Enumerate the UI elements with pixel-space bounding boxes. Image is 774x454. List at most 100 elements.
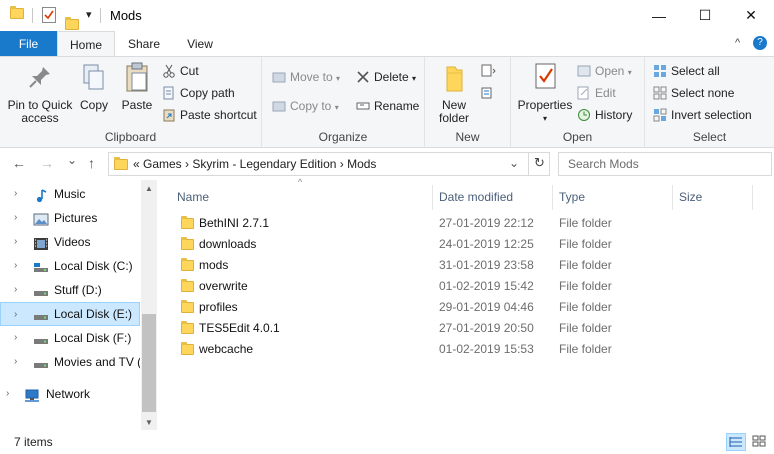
scroll-thumb[interactable] xyxy=(142,314,156,412)
select-none-button[interactable]: Select none xyxy=(653,83,734,103)
nav-item-local-disk-e[interactable]: › Local Disk (E:) xyxy=(0,302,140,326)
table-row[interactable]: profiles 29-01-2019 04:46 File folder xyxy=(175,297,755,318)
move-to-button[interactable]: Move to ▾ xyxy=(272,67,340,87)
paste-shortcut-button[interactable]: Paste shortcut xyxy=(162,105,257,125)
search-input[interactable] xyxy=(558,152,772,176)
select-none-icon xyxy=(653,86,667,100)
table-row[interactable]: mods 31-01-2019 23:58 File folder xyxy=(175,255,755,276)
file-type: File folder xyxy=(559,342,612,356)
table-row[interactable]: downloads 24-01-2019 12:25 File folder xyxy=(175,234,755,255)
scroll-up-icon[interactable]: ▲ xyxy=(145,184,153,193)
drive-icon xyxy=(33,307,49,321)
column-header-name[interactable]: Name xyxy=(171,185,433,210)
minimize-icon: — xyxy=(652,7,666,24)
copy-icon xyxy=(78,61,110,95)
forward-arrow-icon[interactable]: → xyxy=(40,155,54,171)
close-button[interactable]: ✕ xyxy=(728,0,774,31)
tab-home[interactable]: Home xyxy=(57,31,115,58)
properties-icon xyxy=(529,61,561,95)
large-icons-view-button[interactable] xyxy=(750,433,770,451)
nav-scrollbar[interactable]: ▲ ▼ xyxy=(141,180,157,430)
file-date: 27-01-2019 22:12 xyxy=(439,216,534,230)
address-bar[interactable]: « Games › Skyrim - Legendary Edition › M… xyxy=(108,152,550,176)
folder-icon xyxy=(114,157,128,170)
new-folder-button[interactable]: New folder xyxy=(435,61,473,125)
help-icon[interactable]: ? xyxy=(753,36,767,50)
paste-button[interactable]: Paste xyxy=(118,61,156,112)
tab-file[interactable]: File xyxy=(0,31,57,57)
column-header-size[interactable]: Size xyxy=(673,185,753,210)
maximize-button[interactable]: ☐ xyxy=(682,0,728,31)
expand-chevron-icon[interactable]: › xyxy=(14,206,17,230)
select-all-button[interactable]: Select all xyxy=(653,61,720,81)
tab-view[interactable]: View xyxy=(172,31,228,57)
open-icon xyxy=(577,64,591,78)
nav-item-videos[interactable]: › Videos xyxy=(0,230,140,254)
nav-item-stuff-d[interactable]: › Stuff (D:) xyxy=(0,278,140,302)
nav-label: Local Disk (E:) xyxy=(54,307,133,321)
pin-to-quick-access-button[interactable]: Pin to Quick access xyxy=(4,61,76,125)
invert-selection-button[interactable]: Invert selection xyxy=(653,105,752,125)
table-row[interactable]: BethINI 2.7.1 27-01-2019 22:12 File fold… xyxy=(175,213,755,234)
recent-locations-icon[interactable]: ⌄ xyxy=(67,153,77,167)
invert-selection-icon xyxy=(653,108,667,122)
nav-item-pictures[interactable]: › Pictures xyxy=(0,206,140,230)
refresh-button[interactable]: ↻ xyxy=(528,152,550,176)
table-row[interactable]: webcache 01-02-2019 15:53 File folder xyxy=(175,339,755,360)
rename-icon xyxy=(356,99,370,113)
properties-quick-icon[interactable] xyxy=(42,7,56,23)
minimize-button[interactable]: — xyxy=(636,0,682,31)
copy-button[interactable]: Copy xyxy=(78,61,110,112)
expand-chevron-icon[interactable]: › xyxy=(14,230,17,254)
nav-item-network[interactable]: › Network xyxy=(0,382,140,406)
copy-to-button[interactable]: Copy to ▾ xyxy=(272,96,339,116)
tab-share[interactable]: Share xyxy=(118,31,170,57)
expand-chevron-icon[interactable]: › xyxy=(14,254,17,278)
folder-icon xyxy=(181,321,194,334)
expand-chevron-icon[interactable]: › xyxy=(14,326,17,350)
new-folder-quick-icon[interactable] xyxy=(65,17,79,30)
file-name: TES5Edit 4.0.1 xyxy=(199,321,280,335)
expand-chevron-icon[interactable]: › xyxy=(14,182,17,206)
easy-access-button[interactable] xyxy=(477,83,503,103)
delete-button[interactable]: Delete ▾ xyxy=(356,67,416,87)
new-item-button[interactable] xyxy=(477,61,503,81)
table-row[interactable]: TES5Edit 4.0.1 27-01-2019 20:50 File fol… xyxy=(175,318,755,339)
address-history-icon[interactable]: ⌄ xyxy=(509,156,519,170)
file-type: File folder xyxy=(559,279,612,293)
select-all-icon xyxy=(653,64,667,78)
nav-label: Pictures xyxy=(54,211,98,225)
up-arrow-icon[interactable]: ↑ xyxy=(88,155,95,171)
column-header-type[interactable]: Type xyxy=(553,185,673,210)
open-label: Open xyxy=(595,64,625,78)
copy-path-button[interactable]: Copy path xyxy=(162,83,235,103)
rename-button[interactable]: Rename xyxy=(356,96,419,116)
details-view-button[interactable] xyxy=(726,433,746,451)
expand-chevron-icon[interactable]: › xyxy=(14,350,17,374)
table-row[interactable]: overwrite 01-02-2019 15:42 File folder xyxy=(175,276,755,297)
customize-quick-access-icon[interactable]: ▾ xyxy=(86,8,92,21)
breadcrumb[interactable]: « Games › Skyrim - Legendary Edition › M… xyxy=(133,157,376,171)
history-button[interactable]: History xyxy=(577,105,632,125)
pin-label: Pin to Quick access xyxy=(7,98,73,125)
clipboard-group-label: Clipboard xyxy=(104,130,157,144)
properties-button[interactable]: Properties ▾ xyxy=(515,61,575,125)
nav-item-movies-and-tv[interactable]: › Movies and TV ( xyxy=(0,350,140,374)
collapse-ribbon-icon[interactable]: ^ xyxy=(735,37,740,49)
cut-button[interactable]: Cut xyxy=(162,61,199,81)
nav-item-local-disk-f[interactable]: › Local Disk (F:) xyxy=(0,326,140,350)
nav-label: Network xyxy=(46,387,91,401)
copy-label: Copy xyxy=(79,98,108,112)
nav-item-local-disk-c[interactable]: › Local Disk (C:) xyxy=(0,254,140,278)
close-icon: ✕ xyxy=(745,7,757,23)
expand-chevron-icon[interactable]: › xyxy=(14,303,17,325)
edit-button[interactable]: Edit xyxy=(577,83,616,103)
expand-chevron-icon[interactable]: › xyxy=(6,382,9,406)
back-arrow-icon[interactable]: ← xyxy=(12,155,26,171)
expand-chevron-icon[interactable]: › xyxy=(14,278,17,302)
column-header-date[interactable]: Date modified xyxy=(433,185,553,210)
scroll-down-icon[interactable]: ▼ xyxy=(145,418,153,427)
nav-item-music[interactable]: › Music xyxy=(0,182,140,206)
open-button[interactable]: Open ▾ xyxy=(577,61,632,81)
drive-icon xyxy=(33,283,49,297)
